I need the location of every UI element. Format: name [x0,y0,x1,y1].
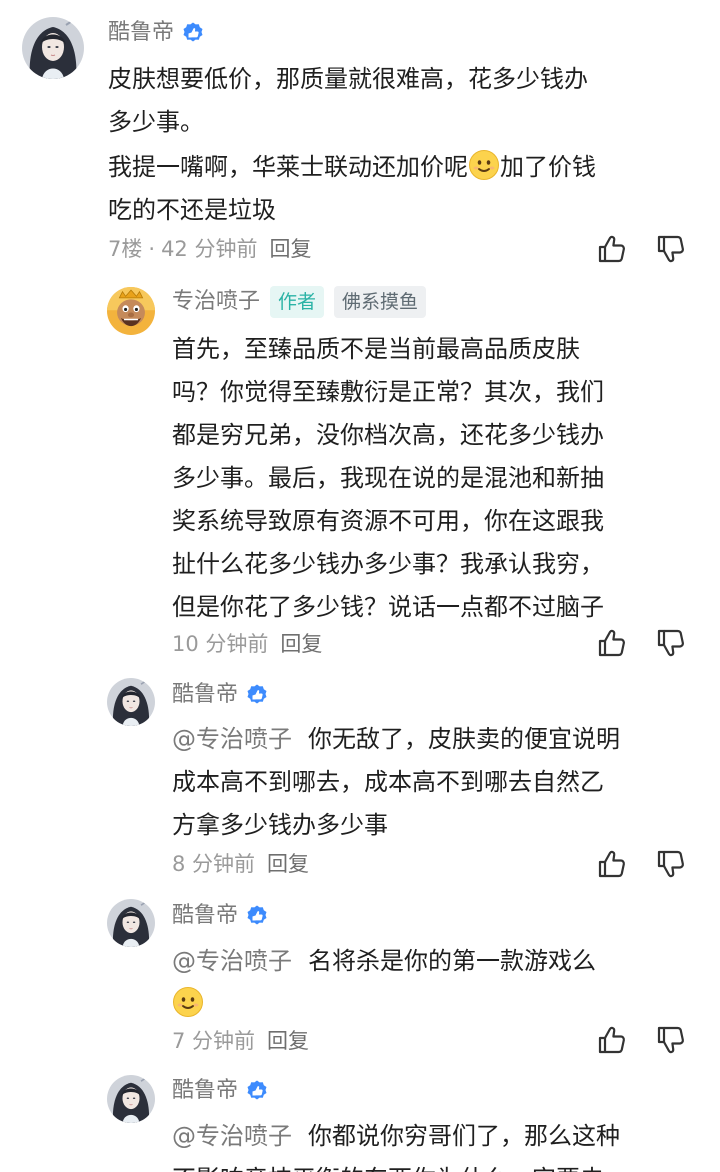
comment-text-segment: 你都说你穷哥们了，那么这种 [308,1122,620,1150]
comment-text-segment: 加了价钱 [500,153,596,181]
verified-badge-icon [245,1079,269,1103]
thumbs-up-icon[interactable] [596,848,628,880]
comment-body-paragraph-2: 我提一嘴啊，华莱士联动还加价呢 加了价钱 吃的不还是垃圾 [108,146,596,232]
comment-text-segment: 你无敌了，皮肤卖的便宜说明 [308,725,620,753]
comment-body: 皮肤想要低价，那质量就很难高，花多少钱办 多少事。 [108,58,588,144]
author-name[interactable]: 专治喷子 [172,287,260,317]
smile-emoji-icon [468,149,500,181]
commenter-avatar[interactable] [107,1075,155,1123]
thumbs-up-icon[interactable] [596,1024,628,1056]
timestamp: 42 分钟前 [161,237,258,261]
comment-text-line: @专治喷子 你都说你穷哥们了，那么这种 [172,1115,620,1158]
verified-badge-icon [245,904,269,928]
comment-text-line: @专治喷子 名将杀是你的第一款游戏么 [172,940,596,983]
thumbs-up-icon[interactable] [596,233,628,265]
smile-emoji-icon [172,986,204,1018]
reply-button[interactable]: 回复 [280,632,322,656]
commenter-avatar[interactable] [107,678,155,726]
mention-link[interactable]: @专治喷子 [172,1122,292,1150]
comment-text-line: 都是穷兄弟，没你档次高，还花多少钱办 [172,421,604,449]
comment-body: @专治喷子你都说你穷哥们了，那么这种 不影响竞技平衡的东西你为什么一定要去 [172,1115,620,1172]
comment-text-line: 吗？你觉得至臻敷衍是正常？其次，我们 [172,378,604,406]
comment-text-line: 扯什么花多少钱办多少事？我承认我穷， [172,550,604,578]
commenter-avatar[interactable] [22,17,84,79]
thumbs-up-icon[interactable] [596,627,628,659]
comment-header: 酷鲁帝 [108,18,205,48]
comment-meta: 10 分钟前 回复 [172,629,322,659]
comment-body: 首先，至臻品质不是当前最高品质皮肤 吗？你觉得至臻敷衍是正常？其次，我们 都是穷… [172,328,604,629]
comment-text-line: 皮肤想要低价，那质量就很难高，花多少钱办 [108,65,588,93]
reply-button[interactable]: 回复 [267,852,309,876]
comment-text-line: 方拿多少钱办多少事 [172,811,388,839]
separator-dot: · [148,237,156,261]
timestamp: 8 分钟前 [172,852,256,876]
comment-text-segment: 名将杀是你的第一款游戏么 [308,947,596,975]
thumbs-down-icon[interactable] [655,848,687,880]
comment-body: @专治喷子 名将杀是你的第一款游戏么 [172,940,596,1026]
comment-header: 酷鲁帝 [172,1076,269,1106]
comment-meta: 7 分钟前 回复 [172,1026,309,1056]
thumbs-down-icon[interactable] [655,627,687,659]
timestamp: 10 分钟前 [172,632,269,656]
author-name[interactable]: 酷鲁帝 [172,1076,238,1106]
verified-badge-icon [245,683,269,707]
commenter-avatar[interactable] [107,899,155,947]
comment-header: 酷鲁帝 [172,680,269,710]
verified-badge-icon [181,21,205,45]
comment-text-line: @专治喷子 你无敌了，皮肤卖的便宜说明 [172,718,620,761]
user-tag[interactable]: 佛系摸鱼 [334,286,427,318]
author-name[interactable]: 酷鲁帝 [172,901,238,931]
comment-meta: 8 分钟前 回复 [172,849,309,879]
comment-text-line: 不影响竞技平衡的东西你为什么一定要去 [172,1158,620,1172]
comment-text-line: 多少事。最后，我现在说的是混池和新抽 [172,464,604,492]
comment-text-line: 多少事。 [108,108,204,136]
author-tag: 作者 [270,286,325,318]
timestamp: 7 分钟前 [172,1029,256,1053]
comment-meta: 7楼 · 42 分钟前 回复 [108,234,311,264]
commenter-avatar[interactable] [107,287,155,335]
mention-link[interactable]: @专治喷子 [172,725,292,753]
comment-text-line: 但是你花了多少钱？说话一点都不过脑子 [172,593,604,621]
comment-text-line: 成本高不到哪去，成本高不到哪去自然乙 [172,768,604,796]
comment-body: @专治喷子 你无敌了，皮肤卖的便宜说明 成本高不到哪去，成本高不到哪去自然乙 方拿… [172,718,620,847]
comment-text-segment: 我提一嘴啊，华莱士联动还加价呢 [108,153,468,181]
reply-button[interactable]: 回复 [267,1029,309,1053]
author-name[interactable]: 酷鲁帝 [172,680,238,710]
mention-link[interactable]: @专治喷子 [172,947,292,975]
floor-number: 7楼 [108,237,143,261]
comment-text-line: 奖系统导致原有资源不可用，你在这跟我 [172,507,604,535]
thumbs-down-icon[interactable] [655,1024,687,1056]
comment-text-line: 吃的不还是垃圾 [108,196,276,224]
comment-header: 专治喷子 作者 佛系摸鱼 [172,286,427,318]
comment-header: 酷鲁帝 [172,901,269,931]
comment-text-line: 首先，至臻品质不是当前最高品质皮肤 [172,335,580,363]
comment-text-line [172,983,596,1026]
thumbs-down-icon[interactable] [655,233,687,265]
author-name[interactable]: 酷鲁帝 [108,18,174,48]
reply-button[interactable]: 回复 [269,237,311,261]
comment-text-line: 我提一嘴啊，华莱士联动还加价呢 加了价钱 [108,146,596,189]
